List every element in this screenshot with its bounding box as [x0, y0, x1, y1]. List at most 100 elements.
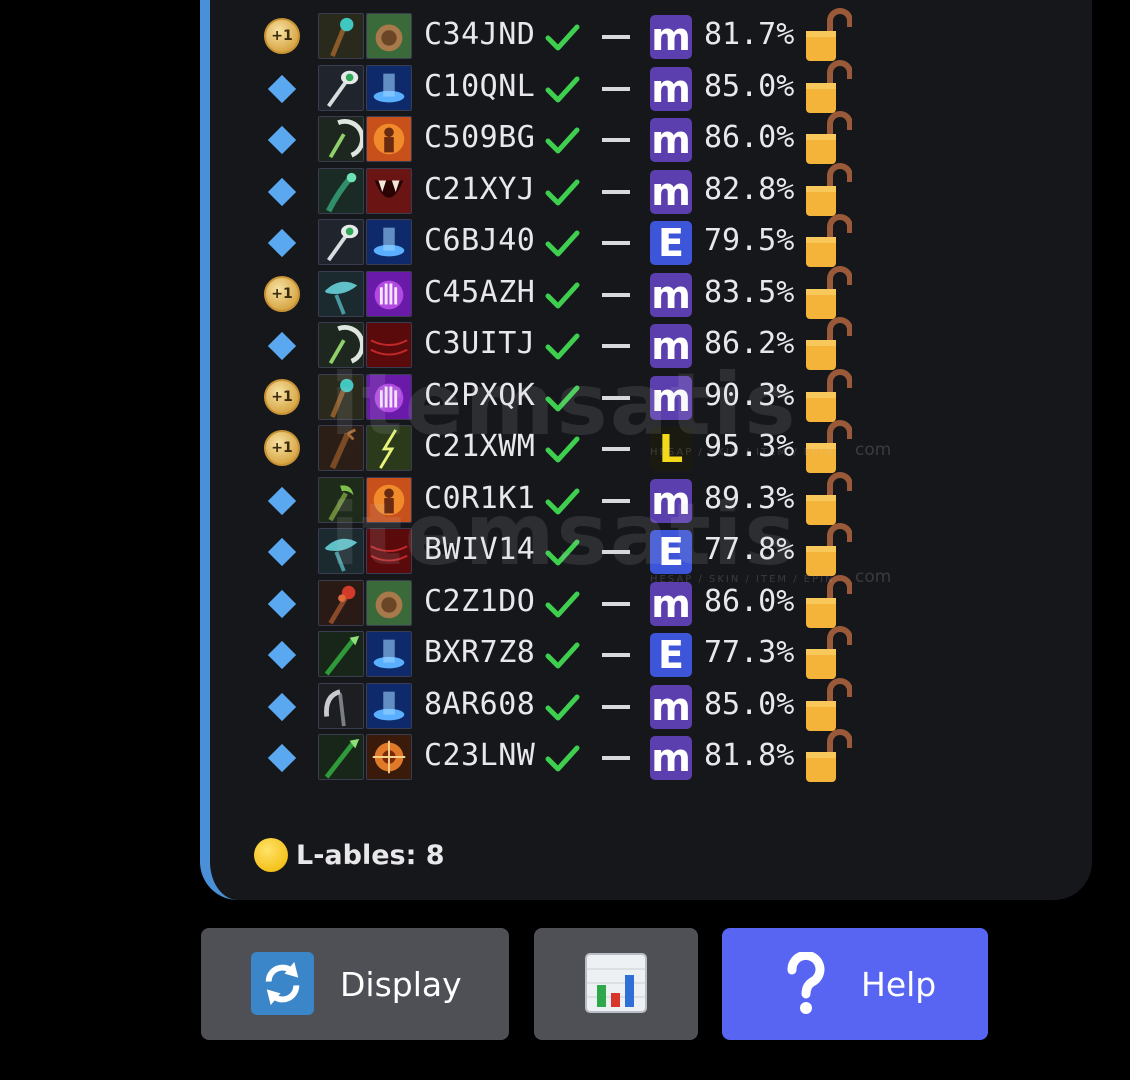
- item-code: C45AZH: [424, 274, 536, 310]
- purple-hand-icon: [366, 270, 412, 317]
- item-code: BWIV14: [424, 532, 536, 567]
- check-icon: [544, 689, 580, 725]
- check-icon: [544, 483, 580, 519]
- check-icon: [544, 637, 580, 673]
- grade-badge: m: [650, 15, 692, 59]
- separator-dash: [602, 498, 630, 503]
- fire-figure-icon: [366, 476, 412, 523]
- bonus-label: +1: [264, 18, 300, 54]
- table-row: +1 C2PXQK m 90.3%: [210, 368, 910, 424]
- blue-portal-icon: [366, 64, 412, 111]
- percentage-value: 86.0%: [704, 583, 795, 619]
- diamond-icon: [260, 68, 304, 112]
- percentage-value: 83.5%: [704, 274, 795, 310]
- item-code: 8AR608: [424, 686, 536, 722]
- separator-dash: [602, 447, 630, 451]
- display-button[interactable]: Display: [201, 928, 509, 1040]
- item-code: C2PXQK: [424, 377, 536, 413]
- separator-dash: [602, 292, 630, 297]
- bonus-badge-icon: +1: [260, 16, 304, 60]
- percentage-value: 90.3%: [704, 377, 795, 413]
- table-row: C23LNW m 81.8%: [210, 729, 910, 784]
- check-icon: [544, 534, 580, 570]
- blue-portal-icon: [366, 219, 412, 265]
- grade-badge: E: [650, 221, 692, 265]
- percentage-value: 86.0%: [704, 120, 795, 155]
- grade-badge: m: [650, 478, 692, 523]
- percentage-value: 85.0%: [704, 686, 795, 722]
- check-icon: [544, 328, 580, 364]
- diamond-icon: [260, 222, 304, 266]
- table-row: BXR7Z8 E 77.3%: [210, 626, 910, 681]
- grade-badge: E: [650, 633, 692, 677]
- red-web-icon: [366, 528, 412, 574]
- crescent-staff-icon: [318, 116, 364, 162]
- eye-staff-icon: [318, 64, 364, 111]
- percentage-value: 77.8%: [704, 532, 795, 567]
- diamond-icon: [260, 171, 304, 215]
- diamond-icon: [260, 583, 304, 627]
- check-icon: [544, 71, 580, 107]
- root-staff-icon: [318, 425, 364, 471]
- check-icon: [544, 431, 580, 467]
- display-button-label: Display: [340, 965, 462, 1004]
- green-spear-icon: [318, 631, 364, 677]
- watermark-tagline: HESAP / SKIN / ITEM / EPIN: [650, 447, 835, 458]
- grade-badge: m: [650, 66, 692, 111]
- grade-badge: m: [650, 118, 692, 162]
- bonus-badge-icon: +1: [260, 377, 304, 421]
- separator-dash: [602, 344, 630, 348]
- item-code: C0R1K1: [424, 480, 536, 516]
- results-embed: +1 C34JND m 81.7% C10QNL m 85.0% C509BG m 86.0% C2…: [200, 0, 1092, 900]
- help-button[interactable]: Help: [722, 928, 988, 1040]
- crescent-staff-icon: [318, 322, 364, 368]
- fire-staff-icon: [318, 579, 364, 626]
- target-orb-icon: [366, 734, 412, 780]
- item-code: C10QNL: [424, 68, 536, 104]
- grade-badge: m: [650, 736, 692, 780]
- unlocked-lock-icon: [804, 522, 853, 578]
- table-row: C21XYJ m 82.8%: [210, 162, 910, 218]
- table-row: C2Z1DO m 86.0%: [210, 574, 910, 630]
- table-row: 8AR608 m 85.0%: [210, 677, 910, 733]
- diamond-icon: [260, 119, 304, 163]
- purple-hand-icon: [366, 373, 412, 420]
- blue-portal-icon: [366, 631, 412, 677]
- green-spear-icon: [318, 734, 364, 780]
- red-web-icon: [366, 322, 412, 368]
- bonus-badge-icon: +1: [260, 428, 304, 472]
- unlocked-lock-icon: [804, 265, 853, 321]
- unlocked-lock-icon: [804, 213, 853, 269]
- unlocked-lock-icon: [804, 7, 853, 63]
- separator-dash: [602, 189, 630, 194]
- fire-figure-icon: [366, 116, 412, 162]
- percentage-value: 81.8%: [704, 738, 795, 773]
- separator-dash: [602, 550, 630, 554]
- item-code: C23LNW: [424, 738, 536, 773]
- bear-claw-icon: [366, 579, 412, 626]
- percentage-value: 85.0%: [704, 68, 795, 104]
- grade-badge: m: [650, 169, 692, 214]
- percentage-value: 77.3%: [704, 635, 795, 670]
- bonus-label: +1: [264, 275, 300, 312]
- separator-dash: [602, 601, 630, 606]
- grade-badge: m: [650, 581, 692, 626]
- unlocked-lock-icon: [804, 59, 853, 115]
- item-code: C2Z1DO: [424, 583, 536, 619]
- footer-summary: L-ables: 8: [254, 838, 445, 872]
- grade-badge: m: [650, 375, 692, 420]
- table-row: +1 C45AZH m 83.5%: [210, 265, 910, 321]
- lables-count: L-ables: 8: [296, 840, 445, 871]
- table-row: C3UITJ m 86.2%: [210, 317, 910, 372]
- table-row: C6BJ40 E 79.5%: [210, 214, 910, 269]
- stats-button[interactable]: [534, 928, 698, 1040]
- refresh-icon: [251, 952, 314, 1015]
- fish-staff-icon: [318, 528, 364, 574]
- question-icon: [784, 950, 828, 1016]
- table-row: C10QNL m 85.0%: [210, 59, 910, 115]
- check-icon: [544, 174, 580, 210]
- percentage-value: 86.2%: [704, 326, 795, 361]
- item-code: C34JND: [424, 17, 536, 52]
- diamond-icon: [260, 634, 304, 678]
- blue-portal-icon: [366, 682, 412, 729]
